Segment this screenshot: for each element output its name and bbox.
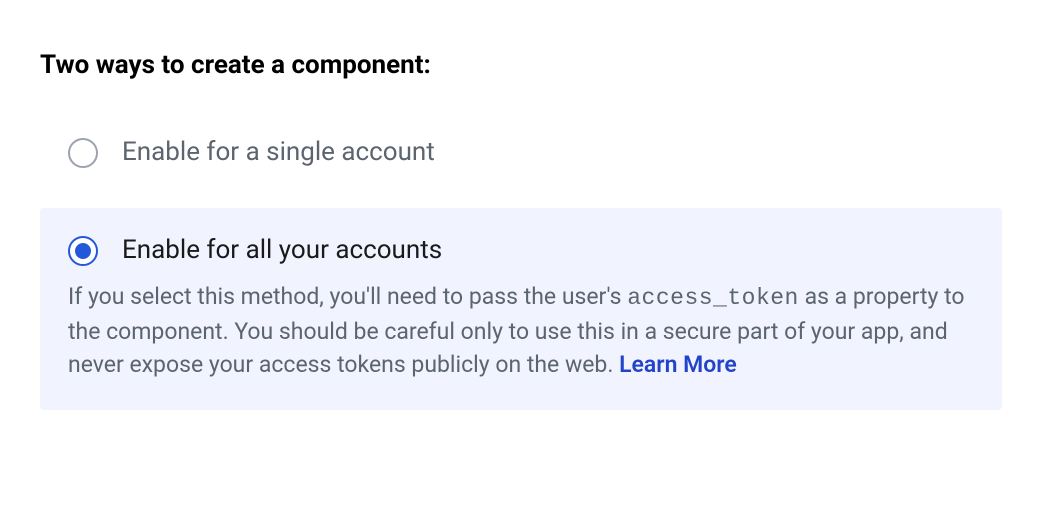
option-label: Enable for all your accounts [122, 234, 442, 268]
section-heading: Two ways to create a component: [40, 50, 1002, 80]
option-description: If you select this method, you'll need t… [68, 280, 974, 382]
option-header: Enable for all your accounts [68, 234, 974, 268]
option-label: Enable for a single account [122, 136, 435, 170]
option-header: Enable for a single account [68, 136, 974, 170]
radio-unchecked-icon[interactable] [68, 138, 98, 168]
description-code: access_token [627, 285, 799, 311]
description-text-pre: If you select this method, you'll need t… [68, 283, 627, 310]
option-all-accounts[interactable]: Enable for all your accounts If you sele… [40, 208, 1002, 410]
option-single-account[interactable]: Enable for a single account [40, 118, 1002, 190]
radio-checked-icon[interactable] [68, 236, 98, 266]
learn-more-link[interactable]: Learn More [619, 351, 737, 378]
